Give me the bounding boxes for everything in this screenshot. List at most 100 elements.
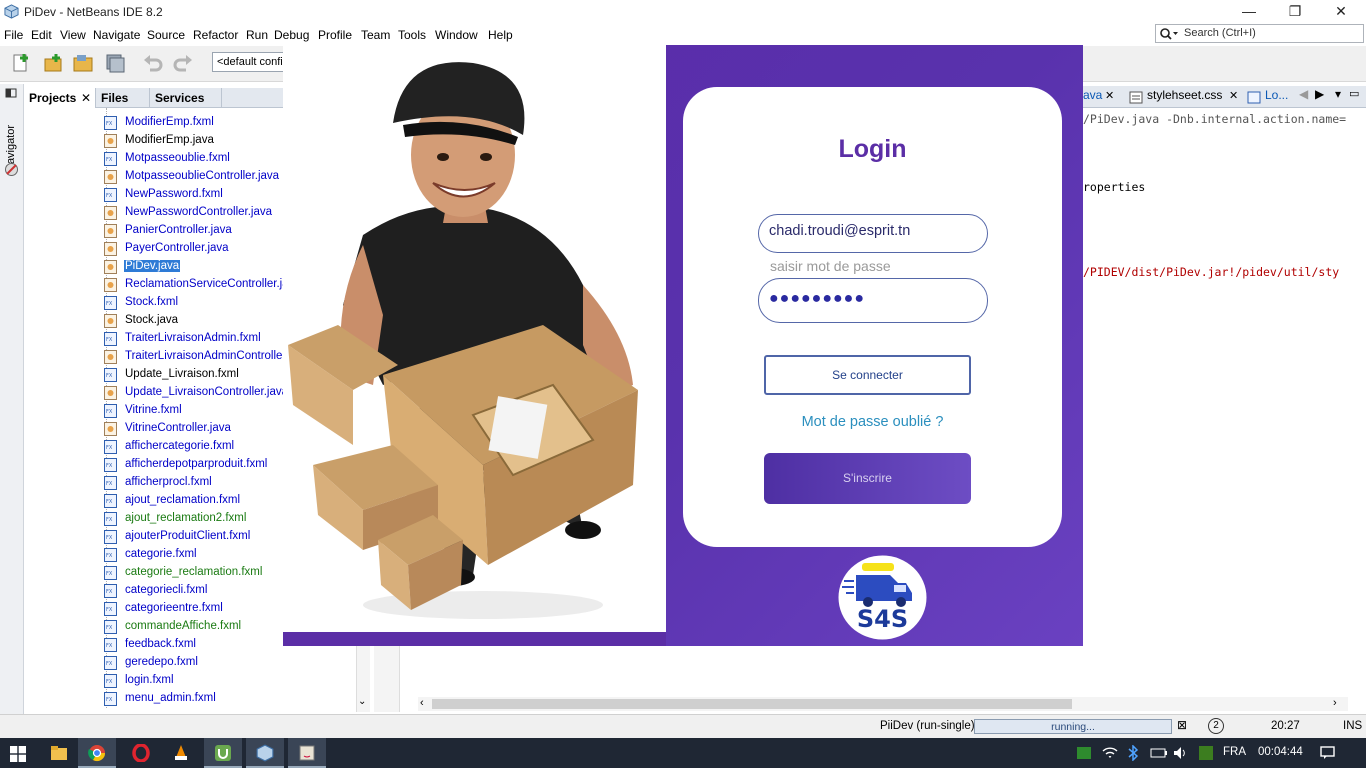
vlc-icon[interactable] (162, 738, 200, 768)
nvidia-tray-icon[interactable] (1198, 745, 1214, 761)
scroll-thumb[interactable] (432, 699, 1072, 709)
fxml-file-icon: FX (104, 188, 117, 202)
tab-list-icon[interactable]: ▾ (1335, 87, 1341, 101)
close-tab-icon[interactable]: ✕ (1229, 89, 1238, 102)
fxml-file-icon: FX (104, 656, 117, 670)
svg-text:FX: FX (106, 157, 113, 163)
fxml-file-icon: FX (104, 512, 117, 526)
run-progress-bar: running... (974, 719, 1172, 734)
new-file-icon[interactable] (10, 52, 32, 74)
output-line: /PiDev.java -Dnb.internal.action.name= (1083, 112, 1347, 126)
file-name: ReclamationServiceController.java (125, 278, 301, 290)
file-name: geredepo.fxml (125, 656, 198, 668)
tree-row[interactable]: FX geredepo.fxml (24, 654, 369, 672)
windows-start-icon[interactable] (10, 746, 26, 762)
search-input[interactable]: Search (Ctrl+I) (1155, 24, 1364, 43)
file-name: categorieentre.fxml (125, 602, 223, 614)
file-name: NewPasswordController.java (125, 206, 273, 218)
password-label: saisir mot de passe (770, 258, 891, 274)
java-file-icon (104, 170, 117, 184)
tree-row[interactable]: FX menu_admin.fxml (24, 690, 369, 708)
menu-edit[interactable]: Edit (31, 28, 52, 42)
open-project-icon[interactable] (72, 52, 94, 74)
menu-tools[interactable]: Tools (398, 28, 426, 42)
scroll-right-icon[interactable]: › (1333, 697, 1337, 709)
chrome-icon[interactable] (78, 738, 116, 768)
editor-tab-stylesheet[interactable]: stylehseet.css (1147, 88, 1222, 102)
menu-team[interactable]: Team (361, 28, 390, 42)
progress-text: running... (1051, 721, 1095, 733)
bluetooth-icon[interactable] (1127, 745, 1139, 761)
file-explorer-icon[interactable] (40, 738, 78, 768)
file-name: ajouterProduitClient.fxml (125, 530, 251, 542)
file-name: Update_LivraisonController.java (125, 386, 289, 398)
email-field[interactable]: chadi.troudi@esprit.tn (758, 214, 988, 253)
scroll-tabs-right-icon[interactable]: ▶ (1315, 87, 1324, 101)
close-tab-icon[interactable]: ✕ (1105, 89, 1114, 102)
menu-navigate[interactable]: Navigate (93, 28, 140, 42)
volume-icon[interactable] (1173, 746, 1189, 760)
scroll-tabs-left-icon[interactable]: ◀ (1299, 87, 1308, 101)
menu-refactor[interactable]: Refactor (193, 28, 238, 42)
password-field[interactable]: ●●●●●●●●● (758, 278, 988, 323)
file-name: PiDev.java (124, 260, 181, 272)
utorrent-icon[interactable] (204, 738, 242, 768)
wifi-icon[interactable] (1102, 746, 1118, 760)
forgot-password-link[interactable]: Mot de passe oublié ? (683, 414, 1062, 430)
scroll-left-icon[interactable]: ‹ (420, 697, 424, 709)
stop-process-icon[interactable]: ⊠ (1177, 718, 1187, 732)
signup-button[interactable]: S'inscrire (764, 453, 971, 504)
file-name: MotpasseoublieController.java (125, 170, 280, 182)
redo-icon[interactable] (172, 52, 194, 74)
restore-button[interactable]: ❐ (1272, 0, 1318, 24)
editor-tab-java[interactable]: ava (1083, 88, 1102, 102)
tab-services[interactable]: Services (150, 88, 222, 108)
svg-text:FX: FX (106, 679, 113, 685)
save-all-icon[interactable] (104, 52, 126, 74)
fxml-file-icon: FX (104, 674, 117, 688)
tree-row[interactable]: FX login.fxml (24, 672, 369, 690)
close-button[interactable]: ✕ (1318, 0, 1364, 24)
scroll-down-icon[interactable]: ⌄ (358, 696, 366, 707)
minimize-panel-icon[interactable] (5, 88, 17, 98)
action-center-icon[interactable] (1320, 746, 1335, 760)
window-titlebar: PiDev - NetBeans IDE 8.2 — ❐ ✕ (0, 0, 1366, 24)
editor-tab-login[interactable]: Lo... (1265, 88, 1288, 102)
file-name: ajout_reclamation.fxml (125, 494, 241, 506)
css-file-icon (1129, 91, 1143, 104)
java-file-icon (104, 134, 117, 148)
connect-button[interactable]: Se connecter (764, 355, 971, 395)
tab-files[interactable]: Files (96, 88, 150, 108)
nvidia-icon[interactable] (1076, 745, 1092, 761)
file-name: afficherdepotparproduit.fxml (125, 458, 268, 470)
login-window-bottom-edge (283, 632, 666, 646)
java-app-icon[interactable] (288, 738, 326, 768)
undo-icon[interactable] (142, 52, 164, 74)
menu-debug[interactable]: Debug (274, 28, 309, 42)
menu-run[interactable]: Run (246, 28, 268, 42)
menu-window[interactable]: Window (435, 28, 478, 42)
menu-profile[interactable]: Profile (318, 28, 352, 42)
file-name: Vitrine.fxml (125, 404, 182, 416)
taskbar-clock[interactable]: 00:04:44 (1258, 746, 1303, 758)
maximize-editor-icon[interactable]: ▭ (1349, 87, 1359, 100)
netbeans-task-icon[interactable] (246, 738, 284, 768)
fxml-file-icon: FX (104, 566, 117, 580)
menu-file[interactable]: File (4, 28, 23, 42)
close-tab-icon[interactable]: ✕ (81, 91, 91, 105)
file-name: Motpasseoublie.fxml (125, 152, 230, 164)
svg-text:FX: FX (106, 301, 113, 307)
menu-view[interactable]: View (60, 28, 86, 42)
horizontal-scrollbar[interactable] (418, 697, 1348, 711)
java-file-icon (104, 278, 117, 292)
battery-icon[interactable] (1150, 746, 1168, 760)
configuration-select[interactable]: <default confi (212, 52, 286, 72)
menu-source[interactable]: Source (147, 28, 185, 42)
menu-help[interactable]: Help (488, 28, 513, 42)
new-project-icon[interactable] (42, 52, 64, 74)
minimize-button[interactable]: — (1226, 0, 1272, 24)
opera-icon[interactable] (122, 738, 160, 768)
tab-projects[interactable]: Projects ✕ (24, 88, 96, 108)
keyboard-language[interactable]: FRA (1223, 746, 1246, 758)
notifications-badge[interactable]: 2 (1208, 718, 1224, 734)
